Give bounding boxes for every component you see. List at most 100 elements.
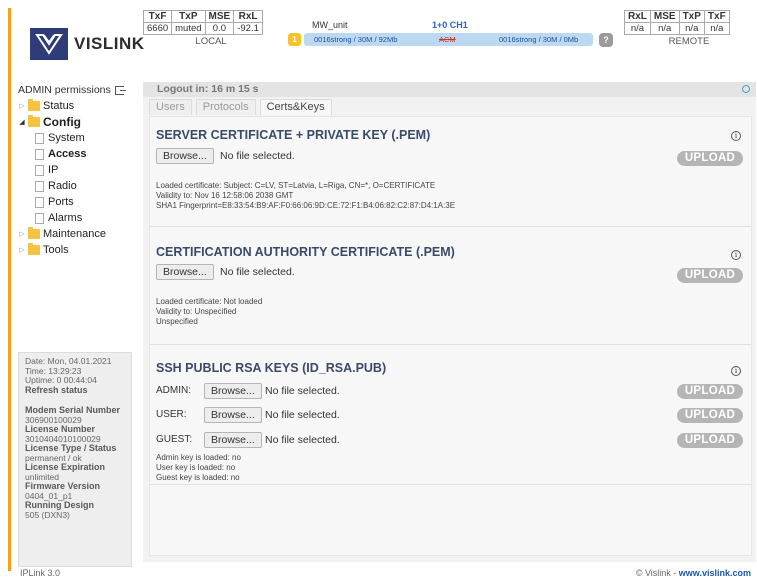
server-cert-subject: Loaded certificate: Subject: C=LV, ST=La… (156, 181, 436, 190)
tab-certs-keys[interactable]: Certs&Keys (259, 99, 332, 115)
expand-arrow-icon[interactable]: ▷ (18, 246, 26, 254)
ssh-admin-browse-button[interactable]: Browse... (204, 383, 262, 399)
nav-item-ip[interactable]: IP (18, 162, 136, 178)
local-header-rxl: RxL (233, 10, 263, 23)
folder-icon (28, 227, 40, 239)
help-icon[interactable]: ? (599, 33, 613, 47)
nav-item-radio-label: Radio (48, 180, 77, 192)
tab-protocols[interactable]: Protocols (195, 99, 256, 115)
expand-arrow-icon[interactable]: ▷ (18, 102, 26, 110)
local-txp-value: muted (171, 22, 206, 35)
logo-text: VISLINK (74, 34, 145, 53)
info-icon[interactable]: i (731, 366, 741, 376)
remote-stats-table: RxL MSE TxP TxF n/a n/a n/a n/a (624, 10, 730, 35)
running-design-value: 505 (DXN3) (25, 509, 70, 520)
nav-item-tools-label: Tools (43, 244, 69, 256)
page-icon (35, 212, 44, 224)
footer: IPLink 3.0 © Vislink - www.vislink.com (0, 566, 757, 577)
nav-item-ports[interactable]: Ports (18, 194, 136, 210)
remote-header-mse: MSE (649, 10, 680, 23)
link-right-text: 0016strong / 30M / 0Mb (499, 35, 579, 44)
vislink-logo[interactable]: VISLINK (30, 28, 145, 60)
vislink-v-icon (30, 28, 68, 60)
nav-item-system[interactable]: System (18, 130, 136, 146)
tab-users[interactable]: Users (149, 99, 192, 115)
local-rxl-value: -92.1 (233, 22, 263, 35)
ssh-keys-title: SSH PUBLIC RSA KEYS (ID_RSA.PUB) (156, 361, 387, 375)
ca-cert-title: CERTIFICATION AUTHORITY CERTIFICATE (.PE… (156, 245, 455, 259)
nav-item-alarms[interactable]: Alarms (18, 210, 136, 226)
ssh-user-label: USER: (156, 409, 187, 420)
nav-item-status[interactable]: ▷ Status (18, 98, 136, 114)
remote-label: REMOTE (668, 36, 710, 47)
unit-label: MW_unit (312, 20, 348, 30)
logout-icon[interactable] (114, 85, 126, 95)
ssh-user-browse-button[interactable]: Browse... (204, 407, 262, 423)
nav-item-ports-label: Ports (48, 196, 74, 208)
ssh-admin-file-status: No file selected. (265, 385, 340, 397)
nav-item-config[interactable]: ◢ Config (18, 114, 136, 130)
nav-item-access-label: Access (48, 148, 87, 160)
nav-item-radio[interactable]: Radio (18, 178, 136, 194)
server-cert-section: SERVER CERTIFICATE + PRIVATE KEY (.PEM) … (150, 117, 751, 227)
nav-item-system-label: System (48, 132, 85, 144)
page-icon (35, 180, 44, 192)
app-version: IPLink 3.0 (20, 568, 61, 577)
nav-item-alarms-label: Alarms (48, 212, 83, 224)
ca-cert-file-status: No file selected. (220, 266, 295, 278)
tab-bar: Users Protocols Certs&Keys (149, 99, 332, 115)
certs-keys-content: SERVER CERTIFICATE + PRIVATE KEY (.PEM) … (149, 116, 752, 556)
remote-mse-value: n/a (649, 22, 680, 35)
page-icon (35, 164, 44, 176)
ca-cert-section: CERTIFICATION AUTHORITY CERTIFICATE (.PE… (150, 227, 751, 345)
remote-header-rxl: RxL (624, 10, 651, 23)
nav-item-maintenance[interactable]: ▷ Maintenance (18, 226, 136, 242)
info-icon[interactable]: i (731, 250, 741, 260)
acm-label: ACM (439, 35, 456, 44)
expand-arrow-icon[interactable]: ▷ (18, 230, 26, 238)
remote-rxl-value: n/a (624, 22, 651, 35)
vislink-website-link[interactable]: www.vislink.com (679, 568, 751, 577)
local-header-mse: MSE (204, 10, 235, 23)
ssh-user-key-status: User key is loaded: no (156, 463, 236, 472)
page-icon (35, 132, 44, 144)
page-icon (35, 148, 44, 160)
link-number-badge[interactable]: 1 (288, 33, 301, 46)
link-left-text: 0016strong / 30M / 92Mb (314, 35, 398, 44)
server-cert-validity: Validity to: Nov 16 12:58:06 2038 GMT (156, 191, 294, 200)
nav-item-status-label: Status (43, 100, 75, 112)
folder-icon (28, 243, 40, 255)
channel-label: 1+0 CH1 (432, 20, 468, 30)
local-header-txp: TxP (171, 10, 206, 23)
nav-item-access[interactable]: Access (18, 146, 136, 162)
server-cert-title: SERVER CERTIFICATE + PRIVATE KEY (.PEM) (156, 128, 431, 142)
ca-cert-upload-button[interactable]: UPLOAD (677, 268, 743, 283)
local-label: LOCAL (195, 36, 227, 47)
ssh-admin-key-status: Admin key is loaded: no (156, 453, 241, 462)
server-cert-browse-button[interactable]: Browse... (156, 148, 214, 164)
info-icon[interactable]: i (731, 131, 741, 141)
server-cert-fingerprint: SHA1 Fingerprint=E8:33:54:B9:AF:F0:66:06… (156, 201, 456, 210)
local-stats-table: TxF TxP MSE RxL 6660 muted 0.0 -92.1 (142, 10, 263, 35)
admin-permissions-label: ADMIN permissions (18, 84, 111, 96)
nav-item-tools[interactable]: ▷ Tools (18, 242, 136, 258)
ca-cert-browse-button[interactable]: Browse... (156, 264, 214, 280)
ssh-admin-upload-button[interactable]: UPLOAD (677, 384, 743, 399)
accent-bar (8, 8, 11, 571)
refresh-status-link[interactable]: Refresh status (25, 385, 125, 396)
ssh-guest-upload-button[interactable]: UPLOAD (677, 433, 743, 448)
link-status-bar[interactable]: 0016strong / 30M / 92Mb ACM 0016strong /… (304, 33, 593, 46)
server-cert-upload-button[interactable]: UPLOAD (677, 151, 743, 166)
local-mse-value: 0.0 (204, 22, 235, 35)
collapse-arrow-icon[interactable]: ◢ (18, 118, 26, 126)
device-info-panel: Date: Mon, 04.01.2021 Time: 13:29:23 Upt… (18, 352, 132, 567)
settings-icon[interactable] (742, 85, 750, 93)
logout-bar: Logout in: 16 m 15 s (143, 82, 756, 97)
remote-header-txp: TxP (678, 10, 705, 23)
ssh-user-upload-button[interactable]: UPLOAD (677, 408, 743, 423)
ssh-guest-browse-button[interactable]: Browse... (204, 432, 262, 448)
local-txf-value: 6660 (142, 22, 173, 35)
remote-header-txf: TxF (703, 10, 730, 23)
main-panel: Logout in: 16 m 15 s Users Protocols Cer… (143, 82, 756, 562)
local-header-txf: TxF (142, 10, 173, 23)
